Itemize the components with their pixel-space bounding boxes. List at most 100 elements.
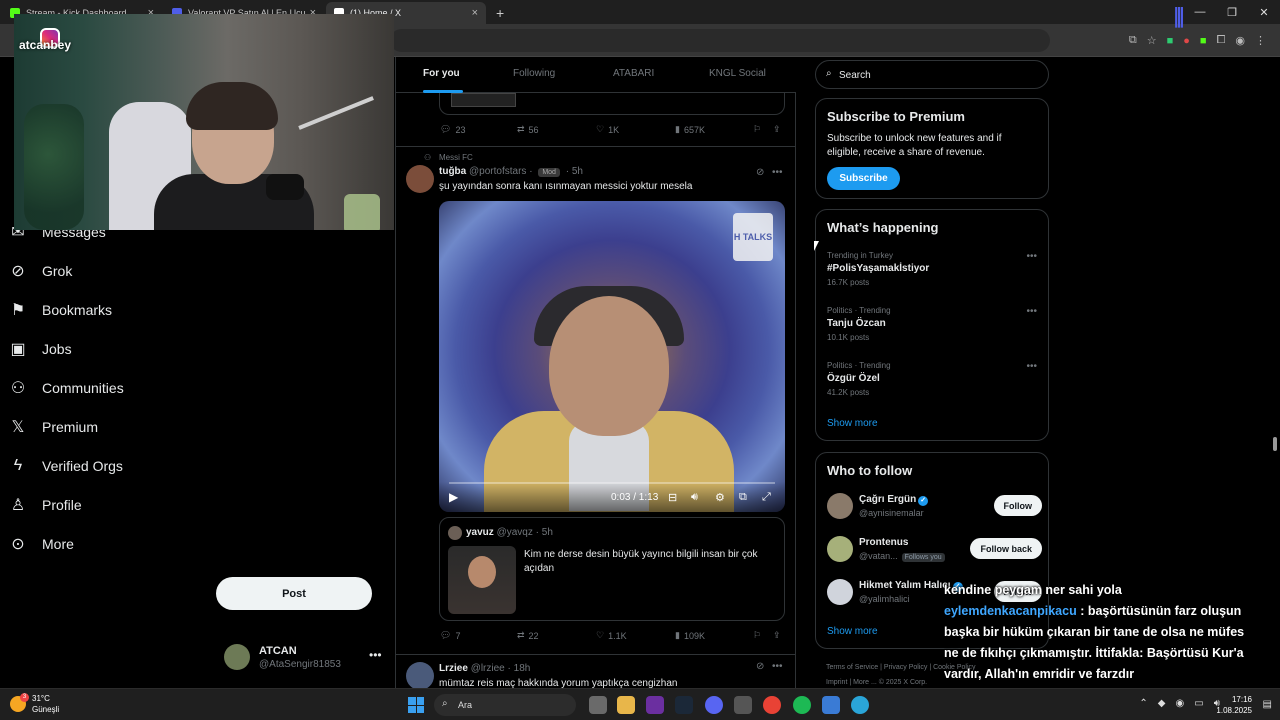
nav-item-verified-orgs[interactable]: ϟ Verified Orgs [8, 456, 123, 476]
new-tab-button[interactable]: + [496, 5, 504, 21]
more-icon[interactable]: ••• [369, 648, 382, 662]
more-icon[interactable]: ••• [1026, 361, 1037, 372]
menu-icon[interactable]: ⋮ [1255, 34, 1266, 47]
panel-title: What’s happening [827, 220, 939, 235]
discord-icon[interactable] [705, 696, 723, 714]
edge-icon[interactable] [851, 696, 869, 714]
scrollbar[interactable] [1273, 437, 1277, 451]
reply-button[interactable]: 💬︎ 23 [440, 124, 465, 135]
share-button[interactable]: ⇪ [773, 630, 781, 641]
trend-item[interactable]: Politics · Trending Özgür Özel 41.2K pos… [827, 361, 1037, 397]
fullscreen-icon[interactable]: ⤢ [762, 491, 771, 504]
tab-for-you[interactable]: For you [423, 68, 460, 79]
task-view-icon[interactable] [589, 696, 607, 714]
close-icon[interactable]: × [472, 7, 478, 19]
app-icon[interactable] [646, 696, 664, 714]
install-icon[interactable]: ⧉ [1129, 34, 1137, 47]
like-button[interactable]: ♡ 1.1K [596, 630, 627, 641]
windows-start-icon[interactable] [408, 697, 424, 713]
search-input[interactable]: ⌕ Search [815, 60, 1049, 89]
trend-item[interactable]: Trending in Turkey #PolisYaşamakİstiyor … [827, 251, 1037, 287]
chevron-up-icon[interactable]: ⌃ [1139, 698, 1147, 709]
show-more-link[interactable]: Show more [827, 418, 878, 429]
nav-item-more[interactable]: ⊙ More [8, 534, 74, 554]
bookmark-button[interactable]: ⚐ [753, 630, 761, 641]
follow-button[interactable]: Follow [993, 495, 1042, 516]
footer-links[interactable]: Imprint | More ... © 2025 X Corp. [826, 679, 927, 686]
nav-item-premium[interactable]: 𝕏 Premium [8, 417, 98, 437]
app-tray-icon[interactable]: ◉ [1176, 698, 1185, 709]
nav-item-grok[interactable]: ⊘ Grok [8, 261, 72, 281]
tab-atabari[interactable]: ATABARI [613, 68, 654, 79]
captions-icon[interactable]: ⊟ [668, 491, 677, 504]
settings-icon[interactable]: ⚙ [715, 491, 725, 504]
steam-icon[interactable] [675, 696, 693, 714]
more-icon[interactable]: ••• [1026, 306, 1037, 317]
repost-button[interactable]: ⇄ 56 [517, 124, 539, 135]
views-button[interactable]: ▮ 109K [675, 630, 705, 641]
avatar[interactable] [406, 165, 434, 193]
puzzle-icon[interactable]: ⧠ [1217, 34, 1226, 47]
play-icon[interactable]: ▶ [449, 490, 458, 504]
tweet-author-name[interactable]: Lrziee [439, 663, 468, 674]
clock[interactable]: 17:16 1.08.2025 [1216, 694, 1252, 716]
weather-widget[interactable]: 3 31°C Güneşli [10, 693, 59, 715]
pip-icon[interactable]: ⧉ [739, 491, 747, 504]
more-icon[interactable]: ••• [772, 167, 783, 178]
battery-icon[interactable]: ▭ [1194, 698, 1203, 709]
spotify-icon[interactable] [793, 696, 811, 714]
avatar[interactable] [406, 662, 434, 688]
app-icon[interactable] [822, 696, 840, 714]
notification-icon[interactable]: ▤ [1263, 699, 1272, 710]
share-button[interactable]: ⇪ [773, 124, 781, 135]
chrome-icon[interactable] [763, 696, 781, 714]
file-explorer-icon[interactable] [617, 696, 635, 714]
trend-item[interactable]: Politics · Trending Tanju Özcan 10.1K po… [827, 306, 1037, 342]
show-more-link[interactable]: Show more [827, 626, 878, 637]
extension-red-icon[interactable]: ● [1183, 35, 1190, 47]
subscribe-button[interactable]: Subscribe [827, 167, 900, 190]
video-progress[interactable] [449, 482, 775, 484]
more-icon[interactable]: ••• [1026, 251, 1037, 262]
grok-explain-icon[interactable]: ⊘ [756, 661, 764, 672]
nav-item-communities[interactable]: ⚇ Communities [8, 378, 124, 398]
views-button[interactable]: ▮ 657K [675, 124, 705, 135]
extension-green-icon[interactable]: ■ [1167, 35, 1174, 47]
bookmark-button[interactable]: ⚐ [753, 124, 761, 135]
profile-icon[interactable]: ◉ [1235, 34, 1245, 47]
tab-kngl-social[interactable]: KNGL Social [709, 68, 766, 79]
nav-item-profile[interactable]: ♙ Profile [8, 495, 82, 515]
omnibox[interactable] [390, 29, 1050, 52]
follow-suggestion[interactable]: Çağrı Ergün ✓ @aynisinemalar Follow [827, 492, 1042, 522]
repost-button[interactable]: ⇄ 22 [517, 630, 539, 641]
nav-item-bookmarks[interactable]: ⚑ Bookmarks [8, 300, 112, 320]
follow-back-button[interactable]: Follow back [970, 538, 1042, 559]
quoted-tweet[interactable]: yavuz @yavqz · 5h Kim ne derse desin büy… [439, 517, 785, 621]
follow-suggestion[interactable]: Prontenus @vatan... Follows you Follow ba… [827, 535, 1042, 565]
extension-lime-icon[interactable]: ■ [1200, 35, 1207, 47]
like-button[interactable]: ♡ 1K [596, 124, 619, 135]
taskbar-search[interactable]: ⌕ Ara [434, 694, 576, 716]
tweet-author-handle[interactable]: @portofstars [469, 166, 526, 177]
app-tray-icon[interactable]: ◆ [1158, 698, 1166, 709]
close-window-icon[interactable]: ✕ [1248, 6, 1280, 19]
grok-explain-icon[interactable]: ⊘ [756, 167, 764, 178]
video-player[interactable]: H TALKS ▶ 0:03 / 1:13 ⊟ 🔊︎ ⚙ ⧉ ⤢ [439, 201, 785, 512]
app-icon[interactable] [734, 696, 752, 714]
volume-icon[interactable]: 🔊︎ [691, 491, 698, 504]
more-icon[interactable]: ••• [772, 661, 783, 672]
tweet-author-name[interactable]: tuğba [439, 166, 466, 177]
heart-icon: ♡ [596, 630, 605, 640]
tweet-author-handle[interactable]: @lrziee [471, 663, 505, 674]
maximize-icon[interactable]: ❐ [1216, 6, 1248, 19]
star-icon[interactable]: ☆ [1147, 34, 1157, 47]
account-switcher[interactable]: ATCAN @AtaSengir81853 ••• [224, 642, 384, 672]
post-button[interactable]: Post [216, 577, 372, 610]
tab-following[interactable]: Following [513, 68, 555, 79]
tweet-time[interactable]: 5h [572, 166, 583, 177]
tweet-time[interactable]: 18h [514, 663, 531, 674]
community-context[interactable]: Messi FC [439, 153, 473, 162]
reply-button[interactable]: 💬︎ 7 [440, 630, 460, 641]
nav-item-jobs[interactable]: ▣ Jobs [8, 339, 71, 359]
nav-label: Premium [42, 419, 99, 435]
